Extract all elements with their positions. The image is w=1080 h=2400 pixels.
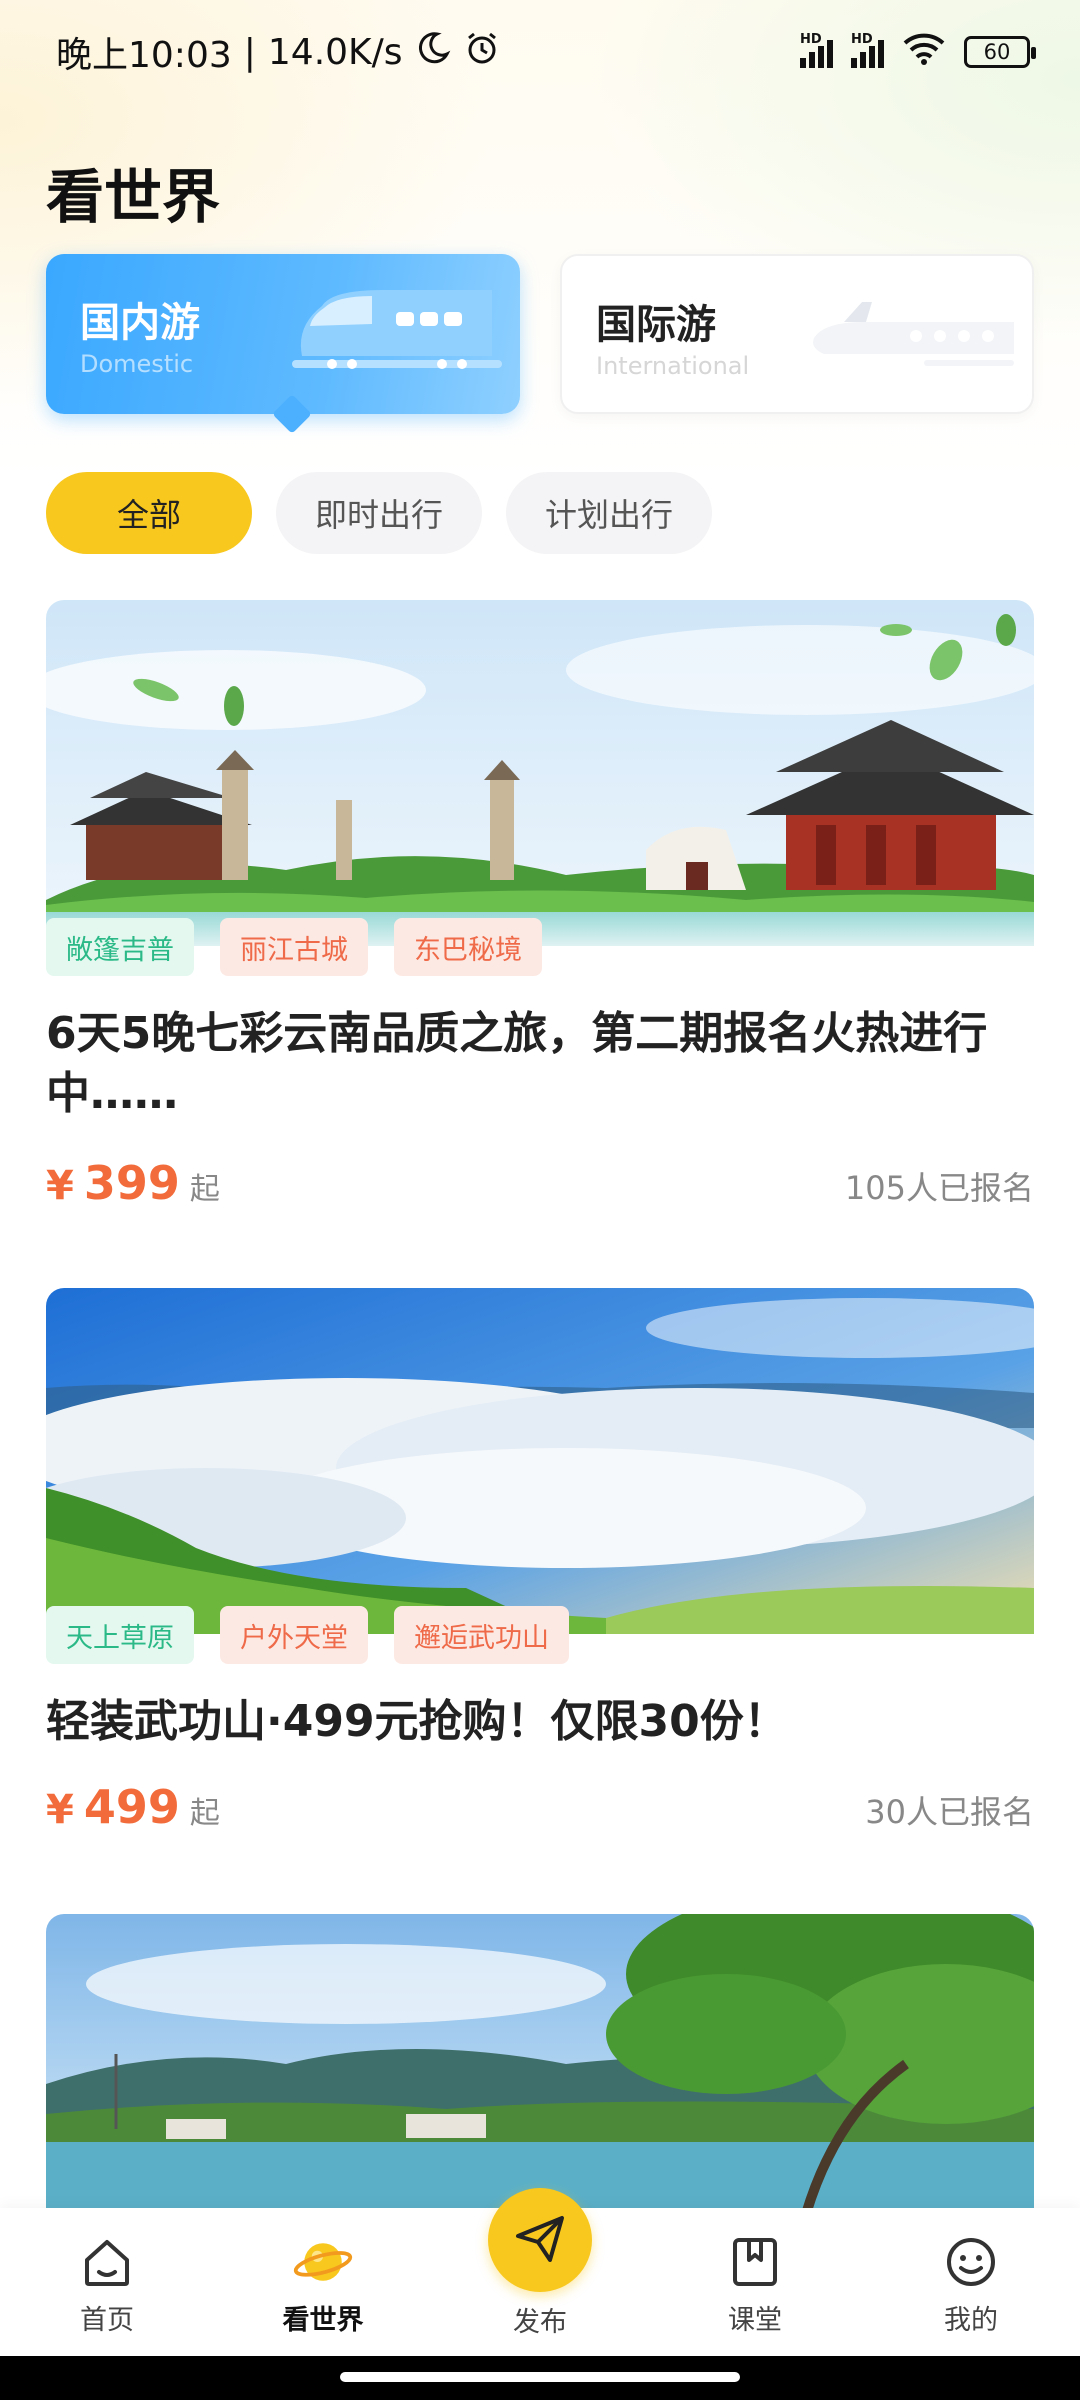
- trip-title: 6天5晚七彩云南品质之旅，第二期报名火热进行中……: [46, 1008, 988, 1119]
- price-value: 499: [83, 1780, 180, 1834]
- trip-image-wugongshan: [46, 1288, 1034, 1634]
- signup-count: 105人已报名: [844, 1169, 1034, 1207]
- home-indicator[interactable]: [340, 2372, 740, 2382]
- battery-icon: 60: [964, 36, 1036, 68]
- nav-label: 看世界: [282, 2305, 364, 2336]
- signup-count: 30人已报名: [865, 1793, 1034, 1831]
- nav-see-world[interactable]: 看世界: [248, 2232, 398, 2337]
- category-international-card[interactable]: 国际游 International: [560, 254, 1034, 414]
- currency-symbol: ¥: [46, 1787, 74, 1833]
- status-separator: |: [243, 31, 256, 73]
- trip-card[interactable]: [46, 1914, 1034, 2214]
- trip-card[interactable]: 天上草原 户外天堂 邂逅武功山 轻装武功山·499元抢购！仅限30份！ ¥ 49…: [46, 1288, 1034, 1834]
- tag-list: 天上草原 户外天堂 邂逅武功山: [46, 1606, 569, 1664]
- nav-classroom[interactable]: 课堂: [680, 2232, 830, 2337]
- tag: 户外天堂: [220, 1606, 368, 1664]
- filter-all[interactable]: 全部: [46, 472, 252, 554]
- hd-signal-icon: HD: [800, 32, 833, 68]
- status-time: 晚上10:03: [56, 35, 232, 76]
- moon-icon: [415, 30, 451, 75]
- publish-button[interactable]: [488, 2188, 592, 2292]
- tag: 邂逅武功山: [394, 1606, 569, 1664]
- currency-symbol: ¥: [46, 1163, 74, 1209]
- trip-title: 轻装武功山·499元抢购！仅限30份！: [46, 1696, 788, 1747]
- status-left: 晚上10:03 | 14.0K/s: [56, 26, 501, 78]
- nav-mine[interactable]: 我的: [896, 2232, 1046, 2337]
- trip-image-lakeside: [46, 1914, 1034, 2214]
- nav-label: 首页: [80, 2305, 134, 2336]
- tag: 丽江古城: [220, 918, 368, 976]
- category-title: 国际游: [596, 302, 716, 348]
- price-suffix: 起: [189, 1796, 220, 1831]
- price-suffix: 起: [189, 1172, 220, 1207]
- nav-label: 我的: [944, 2305, 998, 2336]
- filter-instant[interactable]: 即时出行: [276, 472, 482, 554]
- paper-plane-icon: [512, 2210, 568, 2270]
- filter-planned[interactable]: 计划出行: [506, 472, 712, 554]
- page-title: 看世界: [46, 163, 221, 231]
- category-subtitle: International: [596, 352, 750, 380]
- status-right: HD HD 60: [800, 31, 1036, 74]
- smiley-icon: [941, 2232, 1001, 2292]
- price-row: ¥ 399 起 105人已报名: [46, 1156, 1034, 1210]
- selected-pointer: [272, 394, 312, 434]
- tag-list: 敞篷吉普 丽江古城 东巴秘境: [46, 918, 542, 976]
- alarm-icon: [463, 29, 501, 76]
- category-title: 国内游: [80, 300, 200, 346]
- trip-card[interactable]: 敞篷吉普 丽江古城 东巴秘境 6天5晚七彩云南品质之旅，第二期报名火热进行中………: [46, 600, 1034, 1210]
- category-subtitle: Domestic: [80, 350, 194, 378]
- category-domestic-card[interactable]: 国内游 Domestic: [46, 254, 520, 434]
- filter-bar: 全部 即时出行 计划出行: [46, 472, 712, 554]
- bookmark-book-icon: [725, 2232, 785, 2292]
- home-icon: [77, 2232, 137, 2292]
- tag: 敞篷吉普: [46, 918, 194, 976]
- price: ¥ 499 起: [46, 1780, 220, 1834]
- tag: 东巴秘境: [394, 918, 542, 976]
- planet-icon: [293, 2232, 353, 2292]
- network-speed: 14.0K/s: [267, 31, 403, 73]
- trip-image-yunnan: [46, 600, 1034, 946]
- nav-home[interactable]: 首页: [32, 2232, 182, 2337]
- nav-label: 课堂: [728, 2305, 782, 2336]
- bullet-train-icon: [292, 290, 502, 369]
- price-row: ¥ 499 起 30人已报名: [46, 1780, 1034, 1834]
- price: ¥ 399 起: [46, 1156, 220, 1210]
- tag: 天上草原: [46, 1606, 194, 1664]
- airplane-icon: [813, 302, 1014, 366]
- page: 晚上10:03 | 14.0K/s HD HD 60 看世界 国内游 Domes…: [0, 0, 1080, 2400]
- status-bar: 晚上10:03 | 14.0K/s HD HD 60: [0, 0, 1080, 104]
- battery-level: 60: [983, 40, 1011, 64]
- price-value: 399: [83, 1156, 180, 1210]
- hd-signal-icon: HD: [851, 32, 884, 68]
- wifi-icon: [902, 31, 946, 74]
- nav-label: 发布: [513, 2307, 567, 2338]
